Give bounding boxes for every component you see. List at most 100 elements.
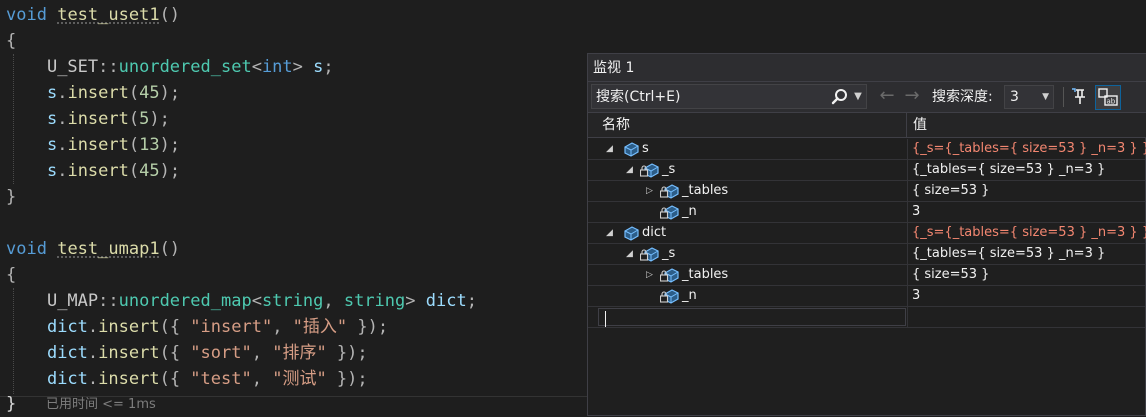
collapse-triangle-icon[interactable]: ◢	[606, 142, 616, 156]
code-line-insert[interactable]: s.insert(13);	[6, 132, 180, 158]
watch-row[interactable]: ◢ dict {_s={_tables={ size=53 } _n=3 } }	[588, 223, 1146, 244]
paren: );	[159, 135, 181, 155]
watch-item-name: _s	[662, 162, 676, 177]
collapse-triangle-icon[interactable]: ◢	[626, 247, 636, 261]
toolbar-divider	[1063, 87, 1064, 107]
expand-triangle-icon[interactable]: ▷	[646, 184, 656, 198]
code-line-insert[interactable]: dict.insert({ "insert", "插入" });	[6, 314, 388, 340]
watch-name-cell[interactable]: ◢ s	[588, 139, 906, 159]
paren: });	[326, 369, 368, 389]
watch-title-bar[interactable]: 监视 1	[588, 54, 1146, 82]
watch-value-cell[interactable]: {_s={_tables={ size=53 } _n=3 } }	[907, 139, 1146, 159]
watch-row[interactable]: ▷ _tables { size=53 }	[588, 265, 1145, 286]
search-options-dropdown-icon[interactable]: ▼	[851, 88, 865, 106]
code-line-insert[interactable]: s.insert(45);	[6, 80, 180, 106]
object-icon	[620, 224, 640, 242]
column-header-value[interactable]: 值	[913, 116, 927, 134]
variable: s	[46, 135, 58, 155]
function-name: test_umap1	[57, 239, 160, 259]
number-literal: 13	[139, 135, 160, 155]
watch-row[interactable]: ◢ _s {_tables={ size=53 } _n=3 }	[588, 244, 1145, 265]
expand-triangle-icon[interactable]: ▷	[646, 268, 656, 282]
watch-name-cell[interactable]: _n	[588, 202, 906, 222]
angle-open: <	[251, 291, 262, 311]
number-literal: 5	[139, 109, 150, 129]
search-depth-select[interactable]: 3 ▼	[1004, 85, 1054, 109]
watch-title: 监视 1	[593, 60, 635, 76]
method-name: insert	[98, 317, 160, 337]
code-line-func1[interactable]: void test_uset1()	[6, 2, 180, 28]
private-member-icon	[659, 287, 680, 305]
function-name: test_uset1	[57, 5, 160, 25]
watch-row[interactable]: ▷ _tables { size=53 }	[588, 181, 1145, 202]
watch-name-cell[interactable]: _n	[588, 286, 906, 306]
code-line-brace[interactable]: }	[6, 184, 16, 210]
pin-icon[interactable]	[1069, 86, 1091, 108]
search-forward-arrow-icon[interactable]: →	[901, 87, 923, 107]
code-line-brace[interactable]: {	[6, 262, 16, 288]
search-depth-value: 3	[1010, 89, 1019, 105]
search-input[interactable]	[596, 87, 821, 106]
watch-row[interactable]: ◢ s {_s={_tables={ size=53 } _n=3 } }	[588, 139, 1146, 160]
add-watch-input[interactable]	[598, 308, 906, 327]
watch-value-cell[interactable]: 3	[907, 202, 1146, 222]
elapsed-time-tip[interactable]: 已用时间 <= 1ms	[46, 398, 156, 412]
search-back-arrow-icon[interactable]: ←	[876, 87, 898, 107]
watch-name-cell[interactable]: ▷ _tables	[588, 265, 906, 285]
watch-name-cell[interactable]: ◢ dict	[588, 223, 906, 243]
scope-op: ::	[98, 57, 119, 77]
column-divider[interactable]	[906, 113, 907, 137]
column-header-name[interactable]: 名称	[602, 116, 630, 134]
string-literal: "插入"	[292, 317, 348, 337]
paren: );	[159, 83, 181, 103]
type-name: string	[261, 291, 324, 311]
watch-value-cell[interactable]: { size=53 }	[907, 181, 1146, 201]
search-depth-label: 搜索深度:	[932, 89, 993, 105]
watch-item-value: { size=53 }	[912, 267, 990, 282]
watch-value-cell[interactable]: {_tables={ size=53 } _n=3 }	[907, 244, 1146, 264]
watch-name-cell[interactable]: ◢ _s	[588, 244, 906, 264]
chevron-down-icon: ▼	[1042, 92, 1049, 102]
variable: s	[46, 83, 58, 103]
code-line-insert[interactable]: s.insert(5);	[6, 106, 170, 132]
code-line-decl-map[interactable]: U_MAP::unordered_map<string, string> dic…	[6, 288, 477, 314]
watch-item-value: {_s={_tables={ size=53 } _n=3 } }	[912, 141, 1146, 156]
string-literal: "test"	[190, 369, 252, 389]
watch-value-cell[interactable]: {_tables={ size=53 } _n=3 }	[907, 160, 1146, 180]
semicolon: ;	[323, 57, 334, 77]
watch-window[interactable]: 监视 1 ▼ ← → 搜索深度: 3 ▼	[587, 53, 1146, 416]
hex-display-icon[interactable]: ab	[1095, 85, 1121, 110]
code-line-func2[interactable]: void test_umap1()	[6, 236, 180, 262]
watch-row[interactable]: _n 3	[588, 286, 1145, 307]
code-line-decl-set[interactable]: U_SET::unordered_set<int> s;	[6, 54, 334, 80]
search-icon[interactable]	[830, 87, 850, 107]
variable: dict	[46, 369, 88, 389]
watch-item-value: {_s={_tables={ size=53 } _n=3 } }	[912, 225, 1146, 240]
angle-close: >	[405, 291, 416, 311]
watch-item-value: {_tables={ size=53 } _n=3 }	[912, 246, 1106, 261]
watch-value-cell[interactable]: { size=53 }	[907, 265, 1146, 285]
watch-item-name: _tables	[682, 183, 729, 198]
watch-item-value: {_tables={ size=53 } _n=3 }	[912, 162, 1106, 177]
code-line-insert[interactable]: s.insert(45);	[6, 158, 180, 184]
svg-text:ab: ab	[1107, 98, 1116, 106]
watch-name-cell[interactable]: ◢ _s	[588, 160, 906, 180]
variable: dict	[425, 291, 467, 311]
watch-value-cell[interactable]: {_s={_tables={ size=53 } _n=3 } }	[907, 223, 1146, 243]
paren: );	[149, 109, 170, 129]
watch-row[interactable]: _n 3	[588, 202, 1145, 223]
variable: dict	[46, 317, 88, 337]
code-line-insert[interactable]: dict.insert({ "sort", "排序" });	[6, 340, 368, 366]
watch-item-name: _s	[662, 246, 676, 261]
add-watch-row[interactable]	[588, 307, 1145, 328]
watch-name-cell[interactable]: ▷ _tables	[588, 181, 906, 201]
search-box[interactable]: ▼	[591, 84, 867, 109]
collapse-triangle-icon[interactable]: ◢	[626, 163, 636, 177]
collapse-triangle-icon[interactable]: ◢	[606, 226, 616, 240]
code-line-insert[interactable]: dict.insert({ "test", "测试" });	[6, 366, 368, 392]
variable: s	[46, 109, 58, 129]
watch-row[interactable]: ◢ _s {_tables={ size=53 } _n=3 }	[588, 160, 1145, 181]
watch-item-name: _n	[682, 204, 697, 219]
code-line-brace[interactable]: {	[6, 28, 16, 54]
watch-value-cell[interactable]: 3	[907, 286, 1146, 306]
